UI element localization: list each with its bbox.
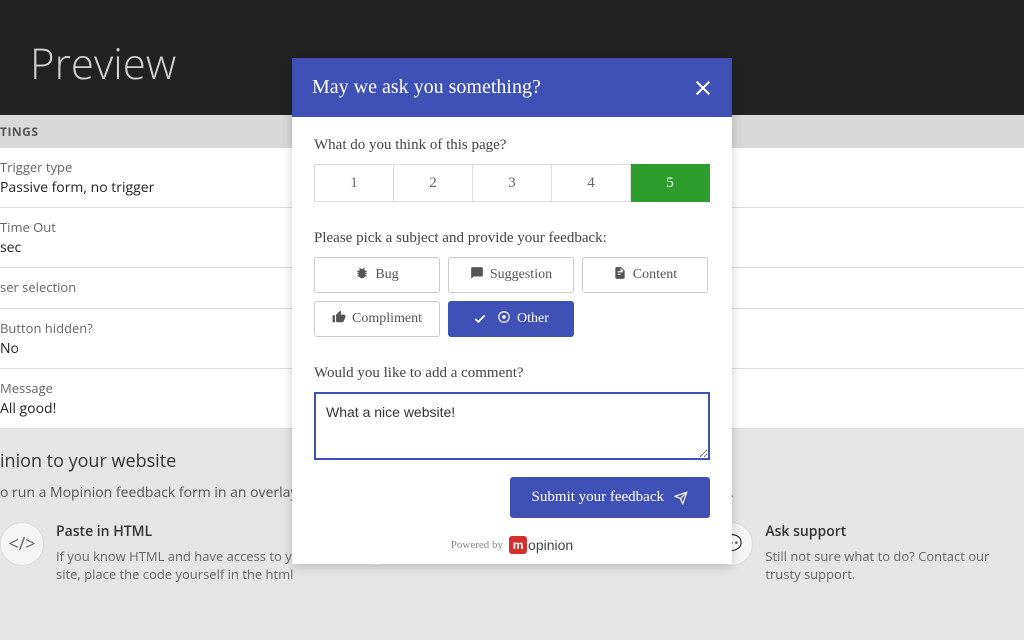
subject-label: Content (633, 267, 677, 283)
subject-label: Other (517, 311, 549, 327)
target-icon (497, 310, 511, 329)
modal-footer: Submit your feedback (292, 477, 732, 530)
powered-by: Powered by mopinion (292, 530, 732, 564)
subject-button-bug[interactable]: Bug (314, 257, 440, 293)
modal-header: May we ask you something? (292, 58, 732, 117)
thumbs-up-icon (332, 310, 346, 329)
subject-label: Bug (375, 267, 398, 283)
subject-label: Compliment (352, 311, 422, 327)
submit-button[interactable]: Submit your feedback (510, 477, 710, 518)
comment-icon (470, 266, 484, 285)
rating-button-4[interactable]: 4 (552, 164, 631, 202)
modal-title: May we ask you something? (312, 76, 541, 99)
send-icon (674, 491, 688, 505)
subject-button-compliment[interactable]: Compliment (314, 301, 440, 337)
subject-label: Suggestion (490, 267, 552, 283)
comment-input[interactable] (314, 392, 710, 460)
subject-button-content[interactable]: Content (582, 257, 708, 293)
close-icon[interactable] (694, 79, 712, 97)
subject-button-suggestion[interactable]: Suggestion (448, 257, 574, 293)
rating-scale: 12345 (314, 164, 710, 202)
subject-button-other[interactable]: Other (448, 301, 574, 337)
subject-options: Bug Suggestion Content Compliment Other (314, 257, 710, 337)
question-rating: What do you think of this page? (314, 137, 710, 154)
bug-icon (355, 266, 369, 285)
rating-button-1[interactable]: 1 (314, 164, 394, 202)
mopinion-logo[interactable]: mopinion (509, 536, 573, 554)
modal-body: What do you think of this page? 12345 Pl… (292, 117, 732, 477)
feedback-modal: May we ask you something? What do you th… (292, 58, 732, 564)
rating-button-3[interactable]: 3 (473, 164, 552, 202)
question-comment: Would you like to add a comment? (314, 365, 710, 382)
file-icon (613, 266, 627, 285)
modal-overlay: May we ask you something? What do you th… (0, 0, 1024, 640)
question-subject: Please pick a subject and provide your f… (314, 230, 710, 247)
rating-button-2[interactable]: 2 (394, 164, 473, 202)
rating-button-5[interactable]: 5 (631, 164, 710, 202)
check-icon (473, 312, 487, 326)
